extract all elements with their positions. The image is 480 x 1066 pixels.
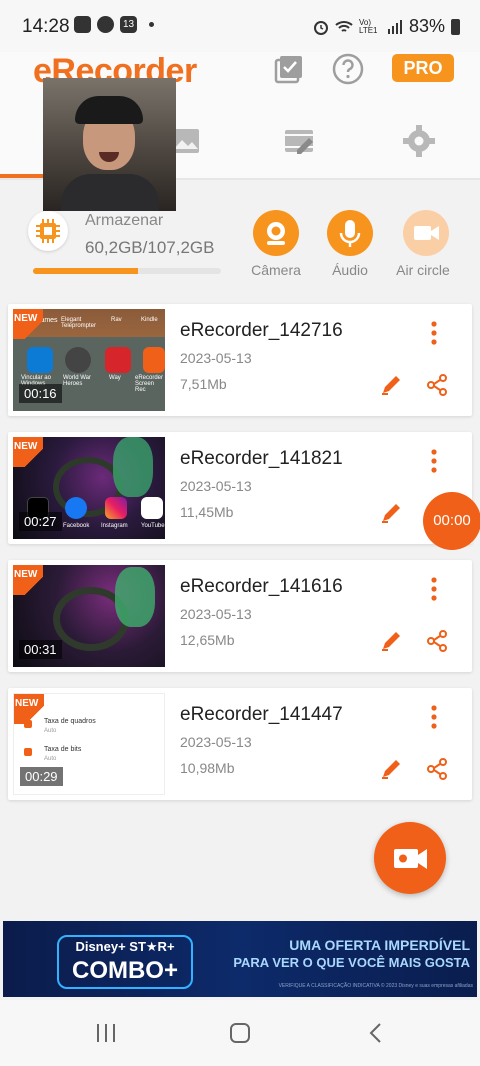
- thumb-label: World War Heroes: [63, 375, 92, 387]
- battery-icon: [451, 18, 460, 35]
- recording-thumbnail[interactable]: NEW 00:31: [13, 565, 165, 667]
- recording-timer-button[interactable]: 00:00: [423, 492, 480, 550]
- air-circle-mode-button[interactable]: [403, 210, 449, 256]
- storage-value: 60,2GB/107,2GB: [85, 238, 215, 257]
- more-options-icon[interactable]: [424, 320, 444, 346]
- recording-title: eRecorder_141821: [180, 448, 343, 469]
- video-camera-icon: [414, 226, 439, 240]
- recording-thumbnail[interactable]: Taxa de quadros Auto Taxa de bits Auto N…: [13, 693, 165, 795]
- duration-badge: 00:29: [20, 767, 63, 786]
- status-time: 14:28: [22, 16, 70, 37]
- thumb-label: Kindle: [141, 317, 158, 323]
- recording-size: 7,51Mb: [180, 376, 227, 392]
- ad-logo-top: Disney+ ST★R+: [75, 939, 175, 954]
- share-icon[interactable]: [426, 758, 448, 780]
- recording-title: eRecorder_142716: [180, 320, 343, 341]
- thumb-label: YouTube: [141, 523, 165, 529]
- message-icon: [97, 16, 114, 33]
- recording-date: 2023-05-13: [180, 606, 252, 622]
- new-badge: NEW: [13, 437, 43, 467]
- share-icon[interactable]: [426, 374, 448, 396]
- recording-title: eRecorder_141447: [180, 704, 343, 725]
- video-camera-icon: [394, 849, 427, 869]
- microphone-icon: [339, 220, 361, 247]
- calendar-badge-icon: 13: [120, 16, 137, 33]
- thumb-label: Taxa de quadros: [44, 718, 96, 725]
- thumb-label: Auto: [44, 756, 57, 762]
- alarm-icon: [313, 20, 328, 35]
- more-options-icon[interactable]: [424, 576, 444, 602]
- recording-card[interactable]: Taxa de quadros Auto Taxa de bits Auto N…: [8, 688, 472, 800]
- share-icon[interactable]: [426, 630, 448, 652]
- recording-card[interactable]: NEW 00:31 eRecorder_141616 2023-05-13 12…: [8, 560, 472, 672]
- recording-title: eRecorder_141616: [180, 576, 343, 597]
- new-badge: NEW: [13, 565, 43, 595]
- recording-date: 2023-05-13: [180, 350, 252, 366]
- duration-badge: 00:16: [19, 384, 62, 403]
- recording-date: 2023-05-13: [180, 734, 252, 750]
- notification-dot-icon: [149, 22, 154, 27]
- ad-headline: UMA OFERTA IMPERDÍVEL: [289, 937, 470, 953]
- system-nav-bar: [0, 1000, 480, 1066]
- back-icon[interactable]: [364, 1022, 388, 1044]
- thumb-label: Taxa de bits: [44, 746, 82, 753]
- home-icon[interactable]: [228, 1022, 252, 1044]
- recording-size: 12,65Mb: [180, 632, 235, 648]
- ad-logo-main: COMBO+: [71, 957, 178, 984]
- more-options-icon[interactable]: [424, 448, 444, 474]
- thumb-label: Elegant Teleprompter: [61, 317, 97, 329]
- status-bar: 14:28 13 Vo) LTE1 83%: [0, 0, 480, 52]
- storage-progress: [33, 268, 221, 274]
- storage-progress-fill: [33, 268, 139, 274]
- wifi-icon: [335, 20, 353, 32]
- battery-percentage: 83%: [408, 16, 445, 36]
- duration-badge: 00:27: [19, 512, 62, 531]
- audio-mode-button[interactable]: [327, 210, 373, 256]
- tab-settings-icon[interactable]: [402, 124, 436, 158]
- thumb-label: Rav: [111, 317, 122, 323]
- video-call-icon: [74, 16, 91, 33]
- recording-card[interactable]: Games Elegant Teleprompter Rav Kindle Vi…: [8, 304, 472, 416]
- ad-subheadline: PARA VER O QUE VOCÊ MAIS GOSTA: [233, 955, 470, 970]
- recent-apps-icon[interactable]: [94, 1022, 118, 1044]
- thumb-label: Way: [109, 375, 121, 381]
- air-circle-mode-label: Air circle: [396, 262, 450, 278]
- recording-date: 2023-05-13: [180, 478, 252, 494]
- recording-card[interactable]: Facebook Instagram YouTube NEW 00:27 eRe…: [8, 432, 472, 544]
- pro-button[interactable]: PRO: [392, 54, 454, 82]
- ad-fine-print: VERIFIQUE A CLASSIFICAÇÃO INDICATIVA © 2…: [278, 983, 473, 989]
- signal-icon: [387, 19, 402, 34]
- thumb-label: eRecorder Screen Rec: [135, 375, 164, 393]
- thumb-label: Auto: [44, 728, 57, 734]
- ad-logo: Disney+ ST★R+ COMBO+: [57, 935, 193, 989]
- network-type: Vo) LTE1: [358, 17, 378, 35]
- checklist-icon[interactable]: [272, 52, 306, 86]
- edit-icon[interactable]: [380, 630, 402, 652]
- tab-video-edit-icon[interactable]: [283, 124, 317, 158]
- edit-icon[interactable]: [380, 758, 402, 780]
- camera-mode-button[interactable]: [253, 210, 299, 256]
- recording-thumbnail[interactable]: Facebook Instagram YouTube NEW 00:27: [13, 437, 165, 539]
- more-options-icon[interactable]: [424, 704, 444, 730]
- duration-badge: 00:31: [19, 640, 62, 659]
- recording-thumbnail[interactable]: Games Elegant Teleprompter Rav Kindle Vi…: [13, 309, 165, 411]
- edit-icon[interactable]: [380, 502, 402, 524]
- edit-icon[interactable]: [380, 374, 402, 396]
- thumb-label: Instagram: [101, 523, 128, 529]
- help-icon[interactable]: [331, 52, 365, 86]
- storage-label: Armazenar: [85, 212, 164, 229]
- camera-icon: [267, 222, 285, 245]
- thumb-label: Facebook: [63, 523, 90, 529]
- start-recording-button[interactable]: [374, 822, 446, 894]
- new-badge: NEW: [13, 309, 43, 339]
- recording-size: 10,98Mb: [180, 760, 235, 776]
- webcam-preview[interactable]: [43, 78, 176, 211]
- ad-banner[interactable]: Disney+ ST★R+ COMBO+ UMA OFERTA IMPERDÍV…: [3, 921, 477, 997]
- recording-size: 11,45Mb: [180, 504, 234, 520]
- new-badge: NEW: [14, 694, 44, 724]
- storage-chip-icon: [28, 211, 68, 251]
